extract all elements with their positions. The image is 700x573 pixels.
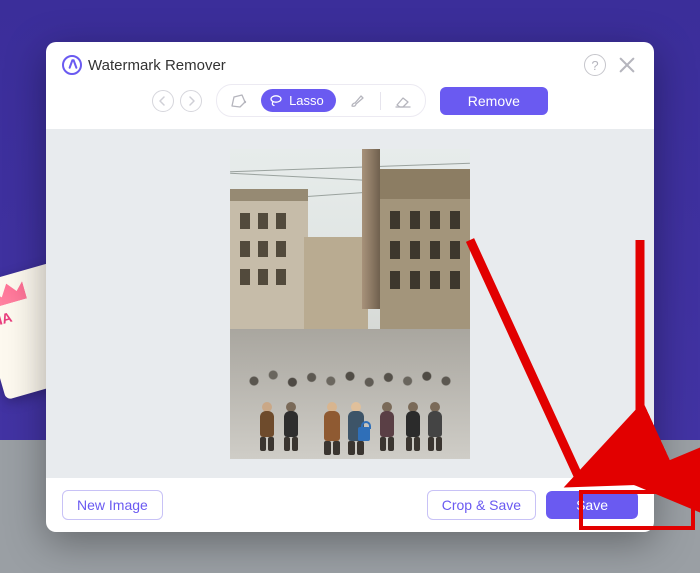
app-logo-icon bbox=[62, 55, 82, 75]
brush-icon bbox=[349, 93, 367, 109]
tool-group: Lasso bbox=[216, 84, 426, 117]
eraser-tool[interactable] bbox=[393, 92, 413, 110]
new-image-button[interactable]: New Image bbox=[62, 490, 163, 520]
help-icon[interactable]: ? bbox=[584, 54, 606, 76]
lasso-label: Lasso bbox=[289, 93, 324, 108]
app-title: Watermark Remover bbox=[88, 57, 226, 74]
toolbar: Lasso Remove bbox=[46, 76, 654, 129]
undo-button[interactable] bbox=[152, 90, 174, 112]
lasso-tool[interactable]: Lasso bbox=[261, 89, 336, 112]
modal-header: Watermark Remover ? bbox=[46, 42, 654, 76]
crop-and-save-button[interactable]: Crop & Save bbox=[427, 490, 536, 520]
image-canvas[interactable] bbox=[46, 129, 654, 478]
watermark-remover-modal: Watermark Remover ? bbox=[46, 42, 654, 532]
brush-tool[interactable] bbox=[348, 92, 368, 110]
modal-footer: New Image Crop & Save Save bbox=[46, 478, 654, 532]
header-actions: ? bbox=[584, 54, 638, 76]
remove-button[interactable]: Remove bbox=[440, 87, 548, 115]
redo-icon bbox=[185, 95, 197, 107]
lasso-icon bbox=[269, 94, 283, 108]
toolbar-divider bbox=[380, 92, 381, 110]
save-button[interactable]: Save bbox=[546, 491, 638, 519]
undo-icon bbox=[157, 95, 169, 107]
app-stage: Watermark Remover ? bbox=[0, 0, 700, 573]
polygon-icon bbox=[230, 93, 248, 109]
edited-image bbox=[230, 149, 470, 459]
eraser-icon bbox=[394, 93, 412, 109]
close-icon[interactable] bbox=[616, 54, 638, 76]
history-controls bbox=[152, 90, 202, 112]
redo-button[interactable] bbox=[180, 90, 202, 112]
polygon-tool[interactable] bbox=[229, 92, 249, 110]
